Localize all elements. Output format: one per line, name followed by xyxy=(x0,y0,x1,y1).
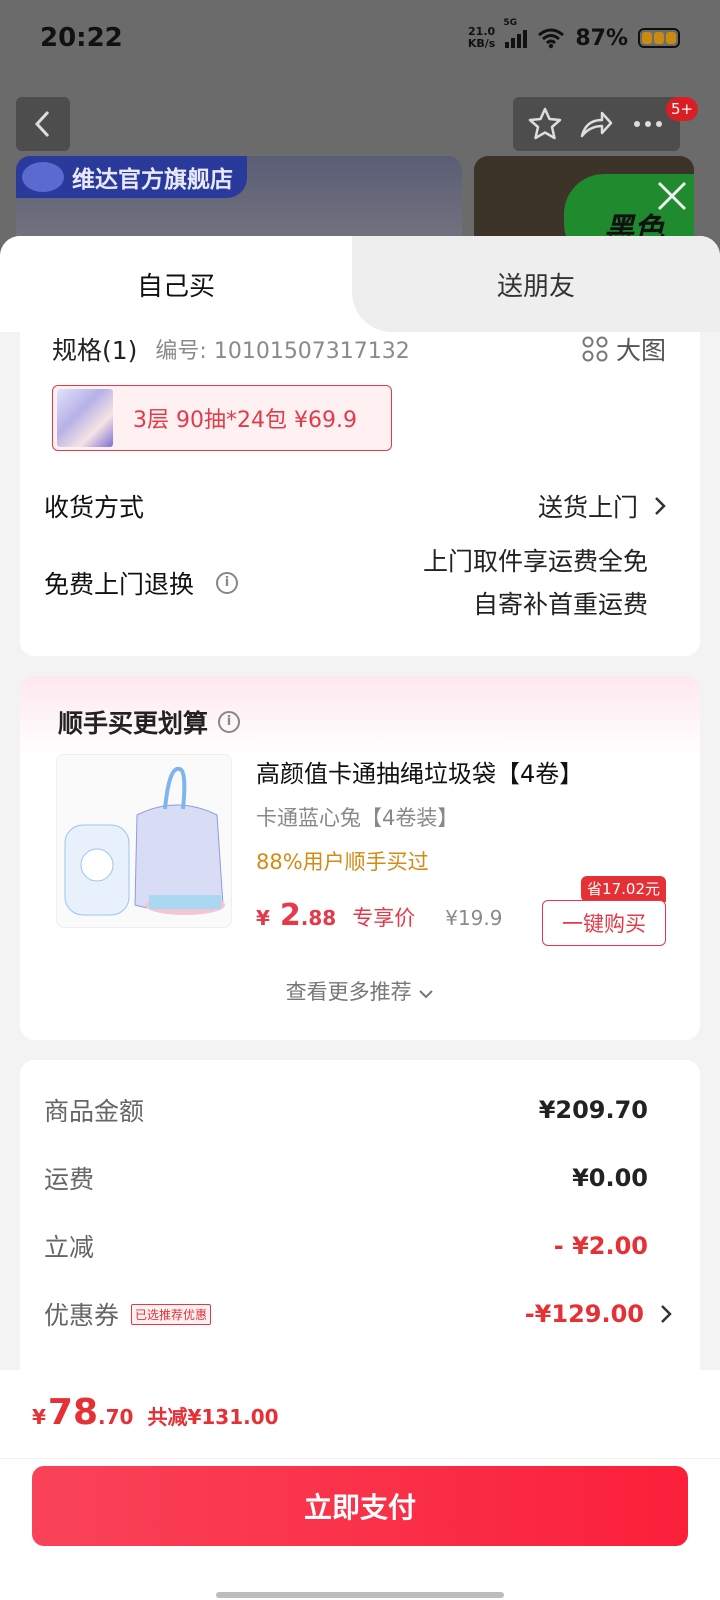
back-button[interactable] xyxy=(16,97,70,151)
close-icon[interactable] xyxy=(654,178,690,214)
status-time: 20:22 xyxy=(40,23,123,53)
sku-option-selected[interactable]: 3层 90抽*24包 ¥69.9 xyxy=(52,385,392,451)
bundle-recommendation-card: 顺手买更划算 i 高颜值卡通抽绳垃圾袋【4卷】 卡通蓝心兔【4卷装】 88%用户… xyxy=(20,676,700,1040)
wifi-icon xyxy=(538,28,565,49)
chevron-down-icon xyxy=(419,990,434,999)
total-saved: 共减¥131.00 xyxy=(147,1405,279,1429)
store-name: 维达官方旗舰店 xyxy=(72,167,233,193)
notification-badge: 5+ xyxy=(666,97,699,121)
status-icons: 21.0 KB/s 5G 87% xyxy=(467,18,680,51)
delivery-value: 送货上门 xyxy=(537,493,638,522)
product-name[interactable]: 高颜值卡通抽绳垃圾袋【4卷】 xyxy=(256,754,583,789)
spec-label: 规格(1) xyxy=(52,336,138,365)
total-price: ¥ 78 .70 共减¥131.00 xyxy=(32,1392,279,1433)
spec-header: 规格(1) 编号: 10101507317132 xyxy=(52,332,410,366)
goods-amount: ¥209.70 xyxy=(538,1096,648,1124)
info-icon[interactable]: i xyxy=(216,572,239,594)
grid-icon xyxy=(582,336,608,362)
spec-card: 规格(1) 编号: 10101507317132 大图 3层 90抽*24包 ¥… xyxy=(20,332,700,656)
trash-bag-illustration xyxy=(64,767,225,916)
original-price: ¥19.9 xyxy=(445,906,503,930)
instant-discount: - ¥2.00 xyxy=(553,1232,648,1260)
status-bar: 20:22 21.0 KB/s 5G 87% xyxy=(0,0,720,76)
store-logo xyxy=(22,162,64,192)
buy-rate: 88%用户顺手买过 xyxy=(256,850,429,874)
free-return-values: 上门取件享运费全免 自寄补首重运费 xyxy=(422,547,648,619)
divider xyxy=(0,1458,720,1459)
spec-code: 编号: 10101507317132 xyxy=(155,339,410,364)
shipping-row: 运费 ¥0.00 xyxy=(44,1164,648,1194)
tab-buy-for-self[interactable]: 自己买 xyxy=(0,236,352,332)
more-recommendations-link[interactable]: 查看更多推荐 xyxy=(20,976,700,1006)
big-image-button[interactable]: 大图 xyxy=(582,332,666,366)
pay-now-button[interactable]: 立即支付 xyxy=(32,1466,688,1546)
delivery-row[interactable]: 收货方式 送货上门 xyxy=(44,482,666,530)
free-return-row: 免费上门退换 i 上门取件享运费全免 自寄补首重运费 xyxy=(44,538,666,628)
checkout-bar: ¥ 78 .70 共减¥131.00 立即支付 xyxy=(0,1370,720,1600)
chevron-right-icon xyxy=(661,1305,672,1323)
product-variant: 卡通蓝心兔【4卷装】 xyxy=(256,806,459,830)
battery-percent: 87% xyxy=(575,25,628,51)
sku-thumbnail xyxy=(57,389,113,447)
coupon-row[interactable]: 优惠券 已选推荐优惠 -¥129.00 xyxy=(44,1294,672,1334)
one-click-buy-button[interactable]: 一键购买 xyxy=(542,900,666,946)
product-image[interactable] xyxy=(56,754,232,928)
net-speed: 21.0 KB/s xyxy=(467,25,496,50)
product-price: ¥ 2 .88 专享价 ¥19.9 xyxy=(256,898,503,933)
tab-send-to-friend[interactable]: 送朋友 xyxy=(352,236,720,332)
goods-amount-row: 商品金额 ¥209.70 xyxy=(44,1096,648,1126)
shipping-fee: ¥0.00 xyxy=(572,1164,648,1192)
cell-signal-icon: 5G xyxy=(503,18,528,48)
sku-label: 3层 90抽*24包 ¥69.9 xyxy=(133,408,357,433)
star-icon[interactable] xyxy=(527,106,563,142)
chevron-right-icon xyxy=(655,497,666,515)
info-icon[interactable]: i xyxy=(218,711,241,733)
save-badge: 省17.02元 xyxy=(581,876,666,902)
battery-icon xyxy=(638,28,680,48)
chevron-left-icon xyxy=(34,110,50,138)
top-action-bar xyxy=(513,97,680,151)
more-icon[interactable] xyxy=(630,106,666,142)
coupon-discount: -¥129.00 xyxy=(524,1300,644,1328)
share-icon[interactable] xyxy=(578,106,614,142)
coupon-recommended-badge: 已选推荐优惠 xyxy=(131,1303,212,1325)
purchase-tabs: 自己买 送朋友 xyxy=(0,236,720,332)
checkout-sheet: 自己买 送朋友 规格(1) 编号: 10101507317132 大图 3层 9… xyxy=(0,236,720,1600)
store-tag[interactable]: 维达官方旗舰店 xyxy=(16,156,247,198)
free-return-label: 免费上门退换 xyxy=(44,570,195,599)
home-indicator xyxy=(216,1592,504,1598)
bundle-title: 顺手买更划算 i xyxy=(58,704,241,740)
instant-discount-row: 立减 - ¥2.00 xyxy=(44,1232,648,1262)
delivery-label: 收货方式 xyxy=(44,493,145,522)
